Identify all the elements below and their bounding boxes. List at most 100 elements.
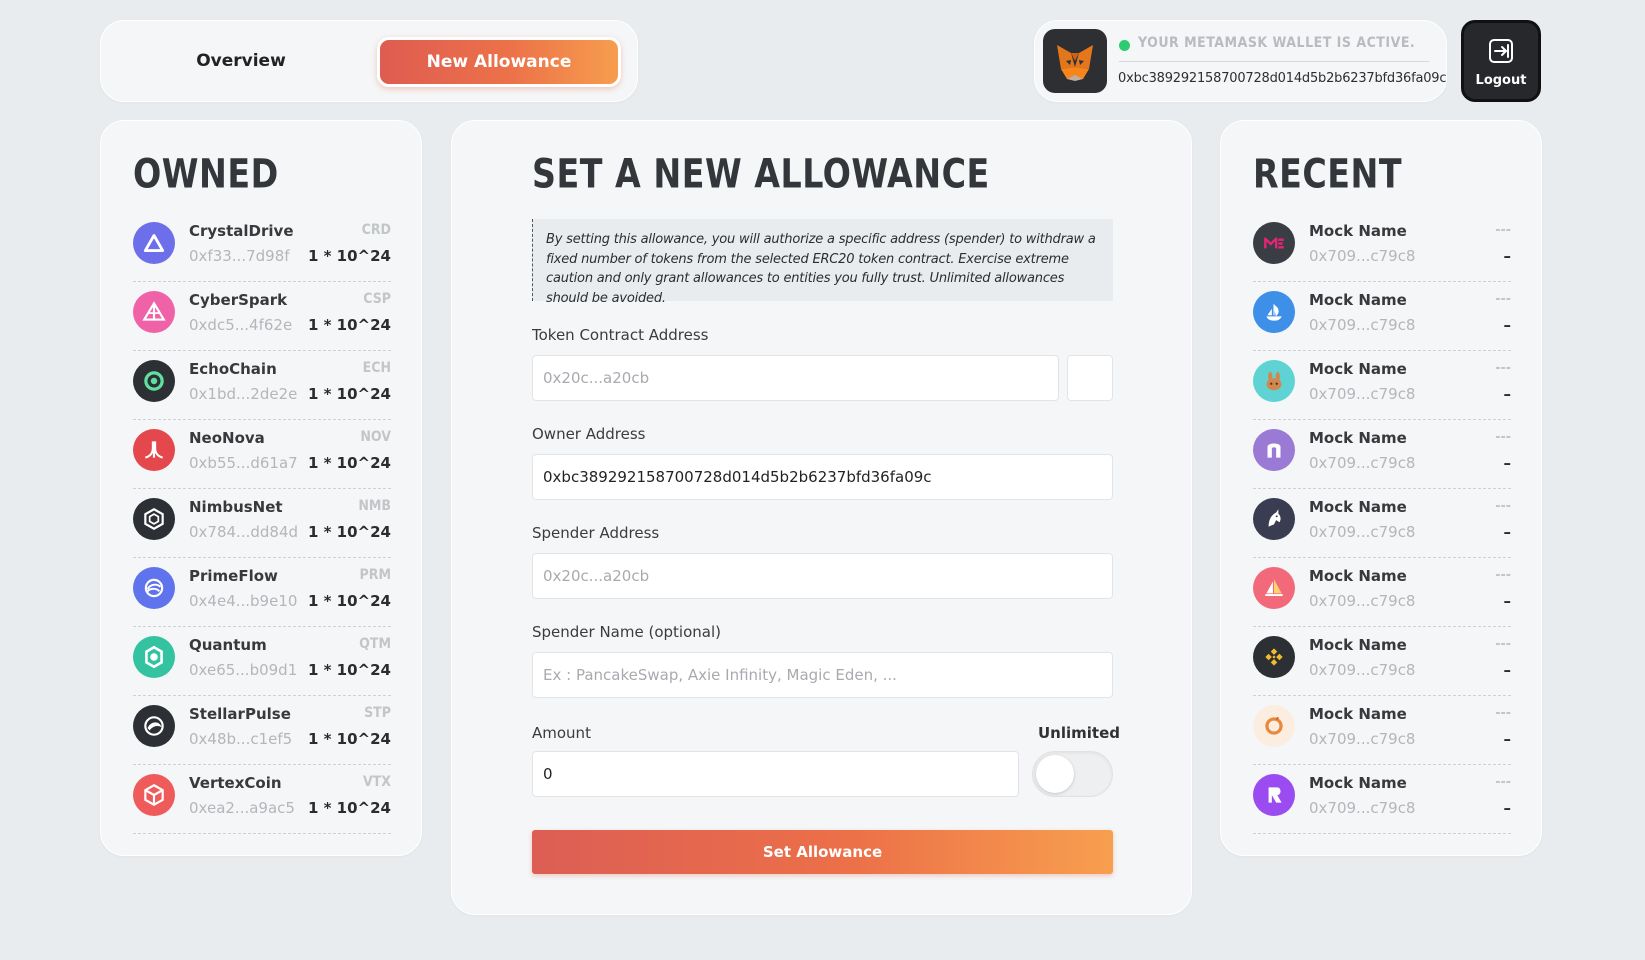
token-symbol: ECH xyxy=(362,360,391,376)
token-amount: 1 * 10^24 xyxy=(307,730,391,748)
token-amount: – xyxy=(1503,247,1512,265)
opensea-icon xyxy=(1253,291,1295,333)
sail-icon xyxy=(1253,567,1295,609)
recent-token-row[interactable]: Mock Name 0x709...c79c8 --- – xyxy=(1253,765,1511,834)
recent-token-row[interactable]: Mock Name 0x709...c79c8 --- – xyxy=(1253,558,1511,627)
recent-token-list: Mock Name 0x709...c79c8 --- – Mock Name 0x709… xyxy=(1253,213,1511,834)
token-symbol: CSP xyxy=(363,291,391,307)
token-amount: – xyxy=(1503,316,1512,334)
owned-token-row[interactable]: StellarPulse 0x48b...c1ef5 STP 1 * 10^24 xyxy=(133,696,391,765)
token-address: 0x4e4...b9e10 xyxy=(189,592,298,610)
spender-address-label: Spender Address xyxy=(532,524,660,542)
pancake-bunny-icon xyxy=(1253,360,1295,402)
token-symbol: STP xyxy=(364,705,391,721)
token-address: 0x709...c79c8 xyxy=(1309,316,1416,334)
token-symbol: PRM xyxy=(359,567,391,583)
form-title: SET A NEW ALLOWANCE xyxy=(532,151,990,198)
tab-overview[interactable]: Overview xyxy=(161,38,321,84)
recent-token-row[interactable]: Mock Name 0x709...c79c8 --- – xyxy=(1253,696,1511,765)
token-name: StellarPulse xyxy=(189,705,291,723)
hexagon-icon xyxy=(133,498,175,540)
token-amount: – xyxy=(1503,730,1512,748)
token-symbol: --- xyxy=(1495,360,1511,376)
spender-address-input[interactable] xyxy=(532,553,1113,599)
token-name: Mock Name xyxy=(1309,636,1407,654)
token-address: 0x709...c79c8 xyxy=(1309,592,1416,610)
token-address: 0xb55...d61a7 xyxy=(189,454,298,472)
prism-icon xyxy=(133,291,175,333)
token-name: Mock Name xyxy=(1309,705,1407,723)
token-name: EchoChain xyxy=(189,360,277,378)
token-address: 0x709...c79c8 xyxy=(1309,730,1416,748)
toggle-knob xyxy=(1036,755,1074,793)
swirl-icon xyxy=(133,567,175,609)
token-address: 0x709...c79c8 xyxy=(1309,385,1416,403)
recent-token-row[interactable]: Mock Name 0x709...c79c8 --- – xyxy=(1253,627,1511,696)
magic-eden-icon xyxy=(1253,222,1295,264)
owned-token-list: CrystalDrive 0xf33...7d98f CRD 1 * 10^24 Cyb… xyxy=(133,213,391,834)
token-address: 0xf33...7d98f xyxy=(189,247,290,265)
token-symbol: NMB xyxy=(358,498,391,514)
token-name: CyberSpark xyxy=(189,291,288,309)
token-name: Mock Name xyxy=(1309,360,1407,378)
recent-token-row[interactable]: Mock Name 0x709...c79c8 --- – xyxy=(1253,282,1511,351)
token-name: Mock Name xyxy=(1309,498,1407,516)
token-symbol: VTX xyxy=(362,774,391,790)
token-amount: 1 * 10^24 xyxy=(307,316,391,334)
divider xyxy=(1119,61,1429,62)
owner-address-label: Owner Address xyxy=(532,425,646,443)
token-symbol: --- xyxy=(1495,774,1511,790)
recent-title: RECENT xyxy=(1253,151,1403,198)
token-address-input[interactable] xyxy=(532,355,1059,401)
owned-token-row[interactable]: PrimeFlow 0x4e4...b9e10 PRM 1 * 10^24 xyxy=(133,558,391,627)
spender-name-input[interactable] xyxy=(532,652,1113,698)
recent-token-row[interactable]: Mock Name 0x709...c79c8 --- – xyxy=(1253,420,1511,489)
owned-token-row[interactable]: CyberSpark 0xdc5...4f62e CSP 1 * 10^24 xyxy=(133,282,391,351)
recent-token-row[interactable]: Mock Name 0x709...c79c8 --- – xyxy=(1253,489,1511,558)
unlimited-label: Unlimited xyxy=(1038,724,1120,742)
token-address: 0x1bd...2de2e xyxy=(189,385,298,403)
token-symbol: --- xyxy=(1495,429,1511,445)
token-name: Mock Name xyxy=(1309,774,1407,792)
token-symbol: --- xyxy=(1495,498,1511,514)
spender-name-label: Spender Name (optional) xyxy=(532,623,721,641)
token-amount: – xyxy=(1503,592,1512,610)
token-address: 0x709...c79c8 xyxy=(1309,247,1416,265)
token-name: Mock Name xyxy=(1309,429,1407,447)
owner-address-input[interactable] xyxy=(532,454,1113,500)
tab-new-allowance[interactable]: New Allowance xyxy=(377,37,621,87)
token-symbol: --- xyxy=(1495,222,1511,238)
token-name: Mock Name xyxy=(1309,222,1407,240)
token-amount: 1 * 10^24 xyxy=(307,454,391,472)
token-name: CrystalDrive xyxy=(189,222,294,240)
token-symbol: --- xyxy=(1495,636,1511,652)
token-amount: 1 * 10^24 xyxy=(307,592,391,610)
token-symbol: QTM xyxy=(359,636,391,652)
recent-token-row[interactable]: Mock Name 0x709...c79c8 --- – xyxy=(1253,351,1511,420)
allowance-form-panel: SET A NEW ALLOWANCE By setting this allo… xyxy=(451,120,1192,915)
logout-button[interactable]: Logout xyxy=(1461,20,1541,102)
owned-token-row[interactable]: NimbusNet 0x784...dd84d NMB 1 * 10^24 xyxy=(133,489,391,558)
token-amount: 1 * 10^24 xyxy=(307,247,391,265)
amount-input[interactable] xyxy=(532,751,1019,797)
recent-token-row[interactable]: Mock Name 0x709...c79c8 --- – xyxy=(1253,213,1511,282)
token-symbol: --- xyxy=(1495,291,1511,307)
wallet-status-text: YOUR METAMASK WALLET IS ACTIVE. xyxy=(1138,35,1416,51)
unlimited-toggle[interactable] xyxy=(1032,751,1113,797)
status-dot xyxy=(1119,40,1130,51)
token-name: Mock Name xyxy=(1309,567,1407,585)
owned-token-row[interactable]: EchoChain 0x1bd...2de2e ECH 1 * 10^24 xyxy=(133,351,391,420)
set-allowance-button[interactable]: Set Allowance xyxy=(532,830,1113,874)
token-amount: – xyxy=(1503,523,1512,541)
owned-token-row[interactable]: NeoNova 0xb55...d61a7 NOV 1 * 10^24 xyxy=(133,420,391,489)
metamask-fox-icon xyxy=(1043,29,1107,93)
wallet-address: 0xbc389292158700728d014d5b2b6237bfd36fa0… xyxy=(1118,71,1447,86)
binance-icon xyxy=(1253,636,1295,678)
owned-token-row[interactable]: Quantum 0xe65...b09d1 QTM 1 * 10^24 xyxy=(133,627,391,696)
token-amount: – xyxy=(1503,385,1512,403)
token-symbol: --- xyxy=(1495,567,1511,583)
token-amount: 1 * 10^24 xyxy=(307,661,391,679)
owned-token-row[interactable]: VertexCoin 0xea2...a9ac5 VTX 1 * 10^24 xyxy=(133,765,391,834)
token-amount: – xyxy=(1503,799,1512,817)
owned-token-row[interactable]: CrystalDrive 0xf33...7d98f CRD 1 * 10^24 xyxy=(133,213,391,282)
